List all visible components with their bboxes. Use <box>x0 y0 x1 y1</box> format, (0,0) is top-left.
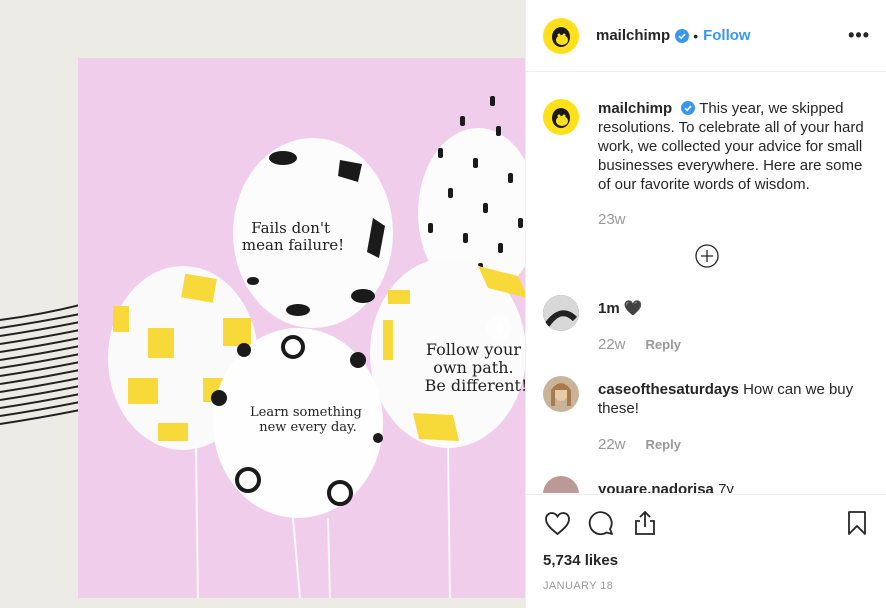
avatar[interactable] <box>543 376 579 412</box>
bookmark-icon <box>848 511 866 535</box>
follow-button[interactable]: Follow <box>703 27 751 44</box>
chevron-right-icon <box>496 323 503 333</box>
profile-photo-icon <box>543 295 579 331</box>
share-icon <box>635 510 655 535</box>
post-media: Fails don't mean failure! Follow your ow… <box>0 0 525 608</box>
load-more-comments-icon[interactable] <box>694 243 720 269</box>
reply-button[interactable]: Reply <box>646 335 681 354</box>
caption-time[interactable]: 23w <box>598 210 877 229</box>
balloon-text-line: mean failure! <box>242 236 344 254</box>
balloon-text-line: new every day. <box>259 420 357 435</box>
caption-body: mailchimp This year, we skipped resoluti… <box>598 99 877 229</box>
likes-count[interactable]: 5,734 likes <box>543 552 871 569</box>
save-button[interactable] <box>843 509 871 537</box>
balloon-text-line: own path. <box>433 358 513 377</box>
heart-icon <box>544 511 570 535</box>
svg-text:Follow your own path: Follow your own path. Be different! <box>425 340 525 395</box>
balloon-photo: Fails don't mean failure! Follow your ow… <box>78 58 525 598</box>
more-options-button[interactable]: ••• <box>848 25 870 46</box>
reply-button[interactable]: Reply <box>646 435 681 454</box>
avatar[interactable] <box>543 476 579 493</box>
comment-username[interactable]: 1m <box>598 300 620 317</box>
balloon-follow: Follow your own path. Be different! <box>370 258 525 448</box>
speech-bubble-icon <box>588 511 613 536</box>
comment-button[interactable] <box>587 509 615 537</box>
freddie-logo-icon <box>552 108 570 128</box>
freddie-logo-icon <box>552 26 570 47</box>
avatar[interactable] <box>543 295 579 331</box>
post-actions: 5,734 likes JANUARY 18 <box>526 494 886 608</box>
comment-text: 7y <box>718 481 734 493</box>
comment-body: 1m 🖤 22w Reply <box>598 295 681 354</box>
comment-time[interactable]: 22w <box>598 335 626 354</box>
balloon-text-line: Fails don't <box>251 219 330 237</box>
balloon-text-line: Be different! <box>425 376 525 395</box>
comment-username[interactable]: youare.nadorisa <box>598 481 714 493</box>
post-panel: mailchimp • Follow ••• mailchimp This ye… <box>525 0 886 608</box>
comment-body: youare.nadorisa 7y <box>598 476 734 493</box>
comment-text: 🖤 <box>623 300 643 317</box>
balloon-text-line: Learn something <box>250 405 362 420</box>
comment-username[interactable]: caseofthesaturdays <box>598 381 739 398</box>
avatar[interactable] <box>543 99 579 135</box>
verified-badge-icon <box>681 101 696 115</box>
comment-item: caseofthesaturdays How can we buy these!… <box>526 376 886 454</box>
brush-stroke-decoration <box>0 304 80 425</box>
balloon-fails: Fails don't mean failure! <box>233 138 393 328</box>
header-username[interactable]: mailchimp <box>596 27 670 44</box>
post-date[interactable]: JANUARY 18 <box>543 580 871 592</box>
like-button[interactable] <box>543 509 571 537</box>
comment-body: caseofthesaturdays How can we buy these!… <box>598 376 877 454</box>
comments-list[interactable]: mailchimp This year, we skipped resoluti… <box>526 73 886 493</box>
next-image-button[interactable] <box>486 315 512 341</box>
svg-text:Fails don't mean fai: Fails don't mean failure! <box>242 219 344 254</box>
caption-username[interactable]: mailchimp <box>598 100 672 117</box>
svg-text:Learn something new: Learn something new every day. <box>250 405 366 435</box>
profile-photo-icon <box>543 376 579 412</box>
comment-item: youare.nadorisa 7y <box>526 476 886 493</box>
verified-badge-icon <box>675 28 690 43</box>
share-button[interactable] <box>631 509 659 537</box>
post-header: mailchimp • Follow ••• <box>526 0 886 72</box>
separator-dot: • <box>693 27 699 44</box>
balloon-text-line: Follow your <box>426 340 521 359</box>
caption: mailchimp This year, we skipped resoluti… <box>526 73 886 229</box>
avatar[interactable] <box>543 17 579 54</box>
comment-time[interactable]: 22w <box>598 435 626 454</box>
comment-item: 1m 🖤 22w Reply <box>526 295 886 354</box>
